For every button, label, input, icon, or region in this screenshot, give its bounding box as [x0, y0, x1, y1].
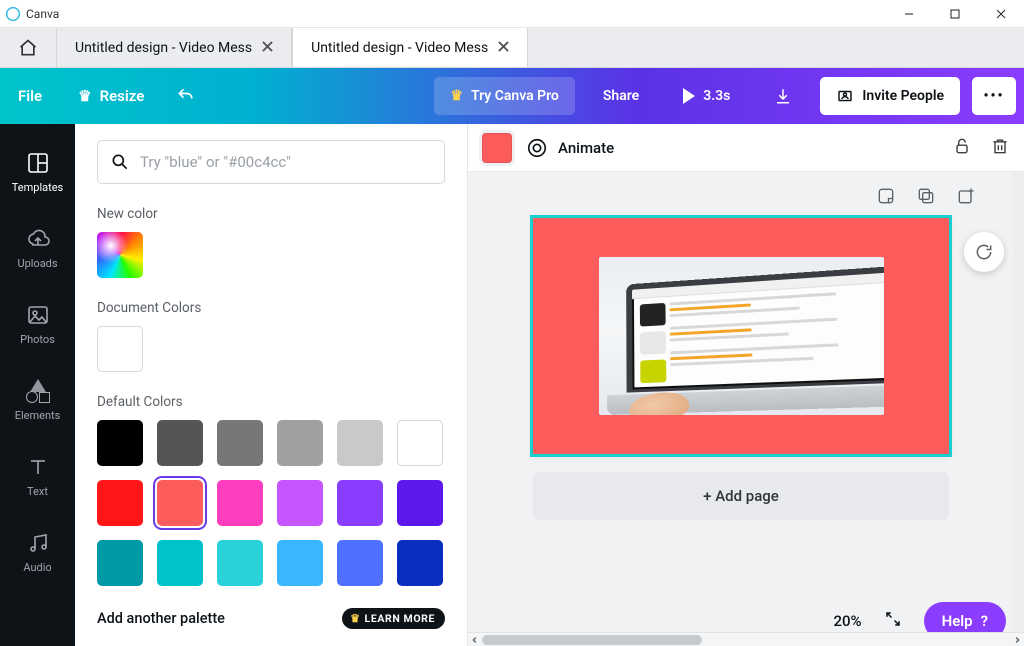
- animate-icon: [526, 137, 548, 159]
- document-tab-2[interactable]: Untitled design - Video Mess: [292, 28, 528, 67]
- share-button[interactable]: Share: [587, 77, 655, 115]
- play-duration-button[interactable]: 3.3s: [667, 77, 746, 115]
- color-swatch[interactable]: [337, 420, 383, 466]
- home-tab[interactable]: [0, 28, 56, 67]
- shapes-icon: [26, 379, 50, 403]
- window-close-button[interactable]: [978, 0, 1024, 28]
- active-fill-color[interactable]: [482, 133, 512, 163]
- new-color-picker[interactable]: [97, 232, 143, 278]
- add-palette-label: Add another palette: [97, 610, 225, 627]
- photo-element[interactable]: [599, 257, 884, 415]
- default-colors-grid: [97, 420, 445, 586]
- color-search-input[interactable]: [140, 153, 432, 171]
- crown-icon: ♛: [78, 87, 91, 105]
- rail-uploads[interactable]: Uploads: [0, 210, 75, 286]
- notes-button[interactable]: [876, 186, 896, 210]
- undo-button[interactable]: [162, 68, 210, 124]
- document-tab-strip: Untitled design - Video Mess Untitled de…: [0, 28, 1024, 68]
- color-swatch[interactable]: [277, 540, 323, 586]
- color-swatch[interactable]: [97, 420, 143, 466]
- document-tab-2-label: Untitled design - Video Mess: [311, 40, 488, 56]
- color-swatch[interactable]: [277, 480, 323, 526]
- design-page[interactable]: [533, 218, 949, 454]
- document-colors-label: Document Colors: [97, 300, 445, 316]
- canva-logo-icon: [6, 7, 20, 21]
- resize-button[interactable]: ♛ Resize: [60, 68, 162, 124]
- document-tab-1[interactable]: Untitled design - Video Mess: [56, 28, 292, 67]
- document-colors-grid: [97, 326, 445, 372]
- color-swatch[interactable]: [217, 480, 263, 526]
- try-pro-button[interactable]: ♛ Try Canva Pro: [434, 77, 574, 115]
- animate-button[interactable]: Animate: [526, 137, 614, 159]
- download-button[interactable]: [758, 77, 808, 115]
- color-swatch[interactable]: [397, 540, 443, 586]
- rail-text[interactable]: Text: [0, 438, 75, 514]
- rail-templates[interactable]: Templates: [0, 134, 75, 210]
- color-swatch[interactable]: [277, 420, 323, 466]
- file-menu[interactable]: File: [0, 68, 60, 124]
- close-icon[interactable]: [498, 40, 509, 56]
- regenerate-button[interactable]: [964, 232, 1004, 272]
- close-icon[interactable]: [262, 40, 273, 56]
- color-swatch[interactable]: [217, 420, 263, 466]
- delete-button[interactable]: [990, 136, 1010, 160]
- workspace: Animate: [468, 124, 1024, 646]
- page-tools: [876, 186, 976, 210]
- play-icon: [683, 88, 695, 104]
- crown-icon: ♛: [350, 612, 360, 625]
- color-panel: New color Document Colors Default Colors: [75, 124, 468, 646]
- left-rail: Templates Uploads Photos Elements Text A…: [0, 124, 75, 646]
- window-titlebar: Canva: [0, 0, 1024, 28]
- color-swatch-selected[interactable]: [157, 480, 203, 526]
- zoom-level[interactable]: 20%: [833, 612, 861, 630]
- duplicate-page-button[interactable]: [916, 186, 936, 210]
- canvas-area[interactable]: + Add page 20% Help?: [468, 172, 1024, 646]
- add-page-button[interactable]: + Add page: [533, 472, 949, 520]
- color-swatch[interactable]: [397, 480, 443, 526]
- color-swatch[interactable]: [97, 540, 143, 586]
- color-swatch[interactable]: [157, 420, 203, 466]
- search-icon: [110, 152, 130, 172]
- window-app-name: Canva: [26, 7, 59, 21]
- window-maximize-button[interactable]: [932, 0, 978, 28]
- color-swatch[interactable]: [97, 480, 143, 526]
- scroll-left-icon[interactable]: [468, 633, 482, 646]
- scroll-right-icon[interactable]: [1010, 633, 1024, 646]
- document-tab-1-label: Untitled design - Video Mess: [75, 40, 252, 56]
- color-swatch[interactable]: [217, 540, 263, 586]
- context-toolbar: Animate: [468, 124, 1024, 172]
- new-color-label: New color: [97, 206, 445, 222]
- horizontal-scrollbar[interactable]: [468, 632, 1024, 646]
- doc-color-swatch[interactable]: [97, 326, 143, 372]
- add-page-icon-button[interactable]: [956, 186, 976, 210]
- rail-audio[interactable]: Audio: [0, 514, 75, 590]
- rail-elements[interactable]: Elements: [0, 362, 75, 438]
- more-icon: •••: [983, 88, 1004, 104]
- color-swatch[interactable]: [337, 540, 383, 586]
- invite-people-button[interactable]: Invite People: [820, 77, 960, 115]
- fullscreen-button[interactable]: [884, 610, 902, 632]
- learn-more-button[interactable]: ♛ LEARN MORE: [342, 608, 445, 629]
- crown-icon: ♛: [450, 88, 463, 104]
- app-toolbar: File ♛ Resize ♛ Try Canva Pro Share 3.3s…: [0, 68, 1024, 124]
- color-search[interactable]: [97, 140, 445, 184]
- lock-button[interactable]: [952, 136, 972, 160]
- default-colors-label: Default Colors: [97, 394, 445, 410]
- color-swatch[interactable]: [337, 480, 383, 526]
- more-menu-button[interactable]: •••: [972, 77, 1016, 115]
- color-swatch[interactable]: [397, 420, 443, 466]
- rail-photos[interactable]: Photos: [0, 286, 75, 362]
- color-swatch[interactable]: [157, 540, 203, 586]
- scroll-thumb[interactable]: [482, 635, 702, 645]
- window-minimize-button[interactable]: [886, 0, 932, 28]
